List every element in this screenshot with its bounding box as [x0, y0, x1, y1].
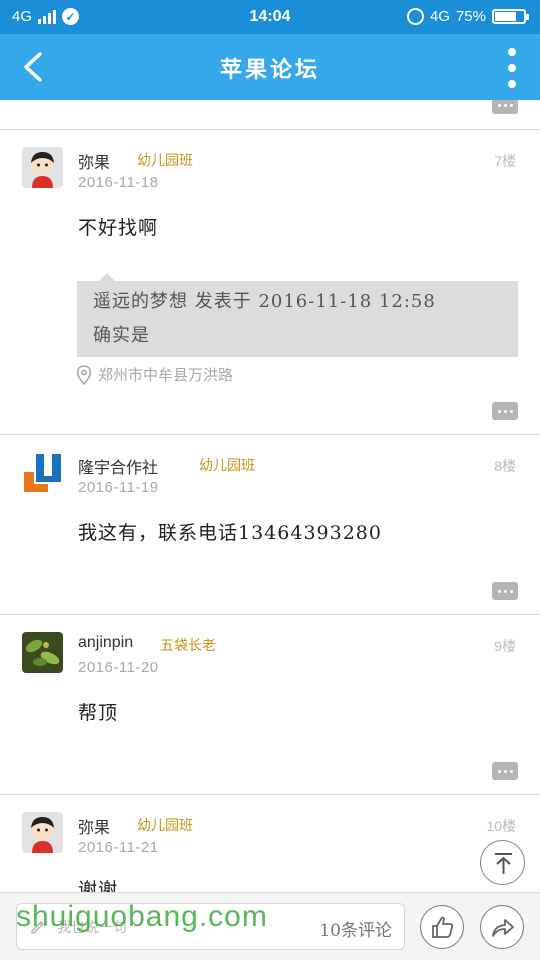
reply-input[interactable]: 我也说一句 10条评论	[16, 903, 405, 950]
share-icon	[492, 919, 514, 937]
floor-number: 10楼	[486, 818, 516, 834]
more-options-icon[interactable]	[506, 48, 518, 88]
reply-icon[interactable]	[492, 100, 518, 114]
post-date: 2016-11-19	[78, 479, 159, 496]
network-type-label-right: 4G	[429, 8, 450, 25]
reply-icon[interactable]	[492, 402, 518, 420]
thumbs-up-icon	[432, 916, 454, 938]
quote-text: 确实是	[93, 325, 150, 346]
floor-number: 9楼	[494, 638, 516, 654]
reply-list[interactable]: 弥果 幼儿园班 7楼 2016-11-18 不好找啊 遥远的梦想 发表于 201…	[0, 100, 540, 892]
avatar[interactable]	[22, 452, 63, 493]
app-header: 苹果论坛	[0, 34, 540, 100]
reply-content: 我这有，联系电话13464393280	[78, 522, 382, 544]
comment-count[interactable]: 10条评论	[319, 916, 392, 941]
user-level-badge: 幼儿园班	[137, 153, 193, 169]
pencil-icon	[31, 920, 45, 934]
user-level-badge: 幼儿园班	[199, 458, 255, 474]
status-right: 4G 75%	[406, 8, 529, 25]
reply-content: 不好找啊	[78, 217, 159, 239]
bottom-action-bar: 我也说一句 10条评论	[0, 892, 540, 960]
username[interactable]: 弥果	[78, 149, 110, 173]
divider	[0, 614, 540, 615]
reply-content: 谢谢	[78, 879, 119, 892]
page-title: 苹果论坛	[219, 57, 320, 83]
username[interactable]: anjinpin	[78, 634, 133, 652]
user-level-badge: 幼儿园班	[137, 818, 193, 834]
like-button[interactable]	[420, 905, 464, 949]
quote-header: 遥远的梦想 发表于 2016-11-18 12:58	[93, 291, 436, 312]
alarm-icon	[406, 8, 424, 25]
avatar[interactable]	[22, 632, 63, 673]
username[interactable]: 弥果	[78, 814, 110, 838]
reply-icon[interactable]	[492, 762, 518, 780]
share-button[interactable]	[480, 905, 524, 949]
user-level-badge: 五袋长老	[160, 638, 216, 654]
reply-input-placeholder: 我也说一句	[57, 920, 127, 936]
location-tag: 郑州市中牟县万洪路	[76, 364, 233, 385]
location-text: 郑州市中牟县万洪路	[98, 366, 234, 384]
status-bar: 4G ✓ 14:04 4G 75%	[0, 0, 540, 34]
reply-content: 帮顶	[78, 702, 119, 724]
divider	[0, 129, 540, 130]
floor-number: 7楼	[494, 153, 516, 169]
battery-icon	[492, 9, 529, 24]
post-date: 2016-11-20	[78, 659, 159, 676]
username[interactable]: 隆宇合作社	[78, 454, 158, 478]
quoted-reply: 遥远的梦想 发表于 2016-11-18 12:58 确实是	[77, 273, 518, 357]
reply-icon[interactable]	[492, 582, 518, 600]
location-pin-icon	[76, 364, 92, 385]
divider	[0, 794, 540, 795]
battery-percent: 75%	[455, 8, 486, 25]
post-date: 2016-11-21	[78, 839, 159, 856]
scroll-to-top-button[interactable]	[480, 840, 525, 885]
avatar[interactable]	[22, 147, 63, 188]
arrow-up-icon	[495, 853, 512, 874]
floor-number: 8楼	[494, 458, 516, 474]
divider	[0, 434, 540, 435]
avatar[interactable]	[22, 812, 63, 853]
post-date: 2016-11-18	[78, 174, 159, 191]
